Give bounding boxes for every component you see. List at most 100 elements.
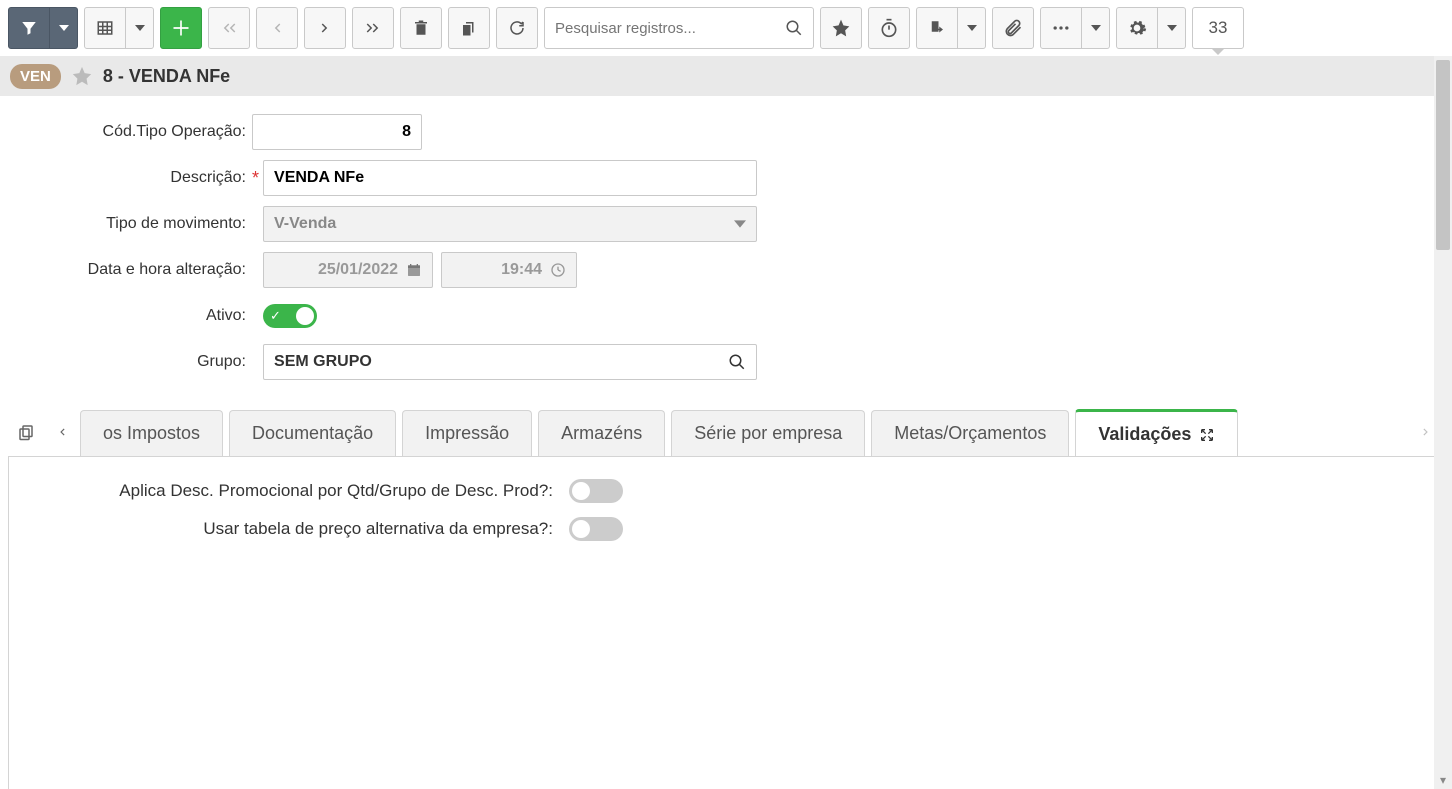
toggle-tabela-preco[interactable] (569, 517, 623, 541)
scroll-down-button[interactable]: ▾ (1434, 771, 1452, 789)
chevron-left-icon (268, 19, 286, 37)
settings-dropdown[interactable] (1158, 7, 1186, 49)
add-button[interactable] (160, 7, 202, 49)
copy-icon (17, 423, 35, 441)
label-ativo: Ativo: (20, 307, 252, 325)
input-cod-tipo[interactable] (252, 114, 422, 150)
refresh-icon (508, 19, 526, 37)
search-icon (728, 353, 746, 371)
type-badge: VEN (10, 64, 61, 89)
settings-button-group (1116, 7, 1186, 49)
select-tipo-movimento[interactable]: V-Venda (263, 206, 757, 242)
trash-icon (412, 19, 430, 37)
plus-icon (171, 18, 191, 38)
time-value: 19:44 (501, 261, 542, 279)
export-button-group (916, 7, 986, 49)
grid-button-group (84, 7, 154, 49)
form: Cód.Tipo Operação: Descrição: * Tipo de … (0, 96, 1452, 400)
filter-dropdown[interactable] (50, 7, 78, 49)
search-icon (785, 19, 803, 37)
settings-button[interactable] (1116, 7, 1158, 49)
attach-button[interactable] (992, 7, 1034, 49)
label-tipo-movimento: Tipo de movimento: (20, 215, 252, 233)
input-descricao[interactable] (263, 160, 757, 196)
vertical-scrollbar[interactable]: ▴ ▾ (1434, 56, 1452, 789)
scroll-thumb[interactable] (1436, 60, 1450, 250)
label-descricao: Descrição: (20, 169, 252, 187)
timer-button[interactable] (868, 7, 910, 49)
more-button[interactable] (1040, 7, 1082, 49)
star-icon (71, 65, 93, 87)
last-record-button[interactable] (352, 7, 394, 49)
delete-button[interactable] (400, 7, 442, 49)
caret-down-icon (734, 218, 746, 230)
paperclip-icon (1003, 18, 1023, 38)
tab-validacoes[interactable]: Validações (1075, 409, 1238, 456)
tabs-scroll-left[interactable] (44, 409, 80, 455)
tab-label: Validações (1098, 424, 1191, 445)
tab-impostos[interactable]: os Impostos (80, 410, 223, 456)
expand-icon (1199, 427, 1215, 443)
grid-view-button[interactable] (84, 7, 126, 49)
date-field[interactable]: 25/01/2022 (263, 252, 433, 288)
table-icon (96, 19, 114, 37)
toolbar: 33 (0, 0, 1452, 56)
filter-button-group (8, 7, 78, 49)
tabs-bar: os Impostos Documentação Impressão Armaz… (0, 408, 1452, 456)
funnel-icon (20, 19, 38, 37)
label-tabela-preco: Usar tabela de preço alternativa da empr… (29, 519, 569, 539)
export-dropdown[interactable] (958, 7, 986, 49)
lookup-value: SEM GRUPO (274, 353, 728, 371)
tabs-list: os Impostos Documentação Impressão Armaz… (80, 408, 1408, 456)
lookup-grupo[interactable]: SEM GRUPO (263, 344, 757, 380)
record-count: 33 (1192, 7, 1244, 49)
grid-dropdown[interactable] (126, 7, 154, 49)
clock-icon (550, 262, 566, 278)
tab-metas[interactable]: Metas/Orçamentos (871, 410, 1069, 456)
time-field[interactable]: 19:44 (441, 252, 577, 288)
next-record-button[interactable] (304, 7, 346, 49)
refresh-button[interactable] (496, 7, 538, 49)
page-title: 8 - VENDA NFe (103, 66, 230, 87)
stopwatch-icon (879, 18, 899, 38)
prev-record-button[interactable] (256, 7, 298, 49)
toggle-desc-promocional[interactable] (569, 479, 623, 503)
tab-impressao[interactable]: Impressão (402, 410, 532, 456)
tabs-copy-button[interactable] (8, 409, 44, 455)
caret-down-icon (135, 23, 145, 33)
chevron-right-icon (1419, 425, 1433, 439)
label-desc-promocional: Aplica Desc. Promocional por Qtd/Grupo d… (29, 481, 569, 501)
dots-icon (1051, 18, 1071, 38)
label-cod-tipo: Cód.Tipo Operação: (20, 123, 252, 141)
tab-documentacao[interactable]: Documentação (229, 410, 396, 456)
date-value: 25/01/2022 (318, 261, 398, 279)
caret-down-icon (967, 23, 977, 33)
export-button[interactable] (916, 7, 958, 49)
search-input[interactable] (555, 20, 785, 37)
tab-armazens[interactable]: Armazéns (538, 410, 665, 456)
tab-serie-empresa[interactable]: Série por empresa (671, 410, 865, 456)
more-dropdown[interactable] (1082, 7, 1110, 49)
header-bar: VEN 8 - VENDA NFe (0, 56, 1452, 96)
export-icon (928, 19, 946, 37)
caret-down-icon (59, 23, 69, 33)
chevron-left-icon (55, 425, 69, 439)
more-button-group (1040, 7, 1110, 49)
toggle-ativo[interactable]: ✓ (263, 304, 317, 328)
caret-down-icon (1091, 23, 1101, 33)
copy-button[interactable] (448, 7, 490, 49)
copy-icon (460, 19, 478, 37)
chevron-right-icon (316, 19, 334, 37)
label-data-alteracao: Data e hora alteração: (20, 261, 252, 279)
label-grupo: Grupo: (20, 353, 252, 371)
caret-down-icon (1167, 23, 1177, 33)
required-marker: * (252, 168, 263, 189)
filter-button[interactable] (8, 7, 50, 49)
first-record-button[interactable] (208, 7, 250, 49)
favorite-button[interactable] (820, 7, 862, 49)
chevron-double-right-icon (364, 19, 382, 37)
search-box[interactable] (544, 7, 814, 49)
favorite-star[interactable] (71, 65, 93, 87)
select-value: V-Venda (274, 215, 336, 233)
star-icon (831, 18, 851, 38)
